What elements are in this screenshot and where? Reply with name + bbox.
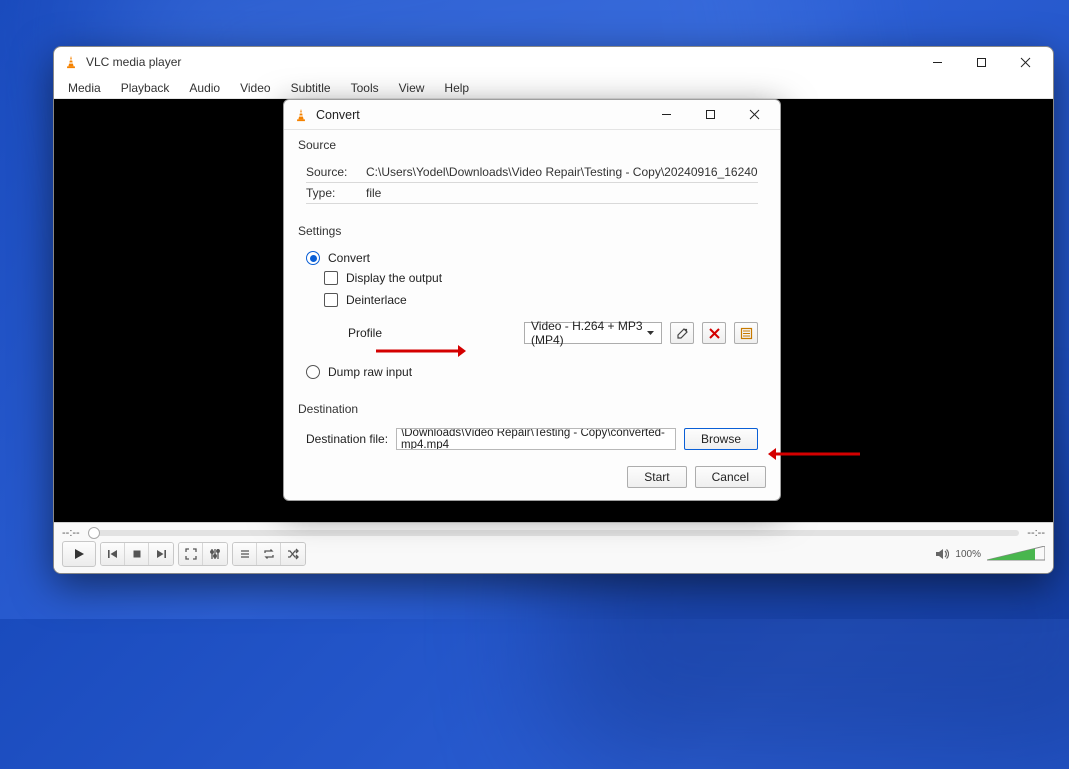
shuffle-button[interactable] xyxy=(281,543,305,565)
delete-profile-button[interactable] xyxy=(702,322,726,344)
destination-file-value: \Downloads\Video Repair\Testing - Copy\c… xyxy=(401,428,671,450)
profile-label: Profile xyxy=(348,326,408,340)
chevron-down-icon xyxy=(646,326,655,340)
edit-profile-button[interactable] xyxy=(670,322,694,344)
new-profile-button[interactable] xyxy=(734,322,758,344)
volume-percent: 100% xyxy=(955,549,981,560)
menu-media[interactable]: Media xyxy=(58,79,111,97)
next-button[interactable] xyxy=(149,543,173,565)
profile-value: Video - H.264 + MP3 (MP4) xyxy=(531,319,646,347)
checkbox-icon xyxy=(324,271,338,285)
source-value: C:\Users\Yodel\Downloads\Video Repair\Te… xyxy=(366,165,758,179)
menu-view[interactable]: View xyxy=(389,79,435,97)
browse-button[interactable]: Browse xyxy=(684,428,758,450)
destination-file-input[interactable]: \Downloads\Video Repair\Testing - Copy\c… xyxy=(396,428,676,450)
display-output-label: Display the output xyxy=(346,271,442,285)
vlc-cone-icon xyxy=(64,55,78,69)
radio-icon xyxy=(306,251,320,265)
close-button[interactable] xyxy=(1003,48,1047,76)
radio-icon xyxy=(306,365,320,379)
type-row: Type: file xyxy=(306,183,758,204)
convert-label: Convert xyxy=(328,251,370,265)
menu-help[interactable]: Help xyxy=(434,79,479,97)
previous-button[interactable] xyxy=(101,543,125,565)
bottom-bar: --:-- --:-- xyxy=(54,522,1053,573)
dialog-minimize-button[interactable] xyxy=(644,101,688,129)
deinterlace-label: Deinterlace xyxy=(346,293,407,307)
extended-settings-button[interactable] xyxy=(203,543,227,565)
source-label: Source: xyxy=(306,165,356,179)
minimize-button[interactable] xyxy=(915,48,959,76)
dump-raw-radio[interactable]: Dump raw input xyxy=(306,362,758,382)
menu-audio[interactable]: Audio xyxy=(179,79,230,97)
dump-raw-label: Dump raw input xyxy=(328,365,412,379)
menubar: Media Playback Audio Video Subtitle Tool… xyxy=(54,77,1053,99)
seek-slider[interactable] xyxy=(88,530,1020,536)
volume-slider[interactable] xyxy=(987,546,1045,562)
start-button[interactable]: Start xyxy=(627,466,686,488)
vlc-cone-icon xyxy=(294,108,308,122)
destination-file-label: Destination file: xyxy=(306,432,388,446)
window-title: VLC media player xyxy=(86,55,915,69)
source-legend: Source xyxy=(298,138,766,152)
time-total: --:-- xyxy=(1027,527,1045,539)
source-row: Source: C:\Users\Yodel\Downloads\Video R… xyxy=(306,162,758,183)
titlebar[interactable]: VLC media player xyxy=(54,47,1053,77)
volume-control[interactable]: 100% xyxy=(935,546,1045,562)
profile-select[interactable]: Video - H.264 + MP3 (MP4) xyxy=(524,322,662,344)
maximize-button[interactable] xyxy=(959,48,1003,76)
loop-button[interactable] xyxy=(257,543,281,565)
type-value: file xyxy=(366,186,758,200)
deinterlace-checkbox[interactable]: Deinterlace xyxy=(324,290,758,310)
dialog-title: Convert xyxy=(316,108,644,122)
settings-legend: Settings xyxy=(298,224,766,238)
play-button[interactable] xyxy=(62,541,96,567)
convert-radio[interactable]: Convert xyxy=(306,248,758,268)
menu-subtitle[interactable]: Subtitle xyxy=(281,79,341,97)
destination-legend: Destination xyxy=(298,402,766,416)
menu-tools[interactable]: Tools xyxy=(341,79,389,97)
speaker-icon xyxy=(935,547,949,561)
type-label: Type: xyxy=(306,186,356,200)
time-elapsed: --:-- xyxy=(62,527,80,539)
settings-fieldset: Settings Convert Display the output Dein… xyxy=(298,224,766,390)
source-fieldset: Source Source: C:\Users\Yodel\Downloads\… xyxy=(298,138,766,212)
convert-dialog: Convert Source Source: C:\Users\Yodel\Do… xyxy=(283,99,781,501)
display-output-checkbox[interactable]: Display the output xyxy=(324,268,758,288)
stop-button[interactable] xyxy=(125,543,149,565)
dialog-maximize-button[interactable] xyxy=(688,101,732,129)
dialog-titlebar[interactable]: Convert xyxy=(284,100,780,130)
playlist-button[interactable] xyxy=(233,543,257,565)
checkbox-icon xyxy=(324,293,338,307)
fullscreen-button[interactable] xyxy=(179,543,203,565)
cancel-button[interactable]: Cancel xyxy=(695,466,766,488)
destination-fieldset: Destination Destination file: \Downloads… xyxy=(298,402,766,450)
menu-video[interactable]: Video xyxy=(230,79,280,97)
menu-playback[interactable]: Playback xyxy=(111,79,180,97)
dialog-close-button[interactable] xyxy=(732,101,776,129)
